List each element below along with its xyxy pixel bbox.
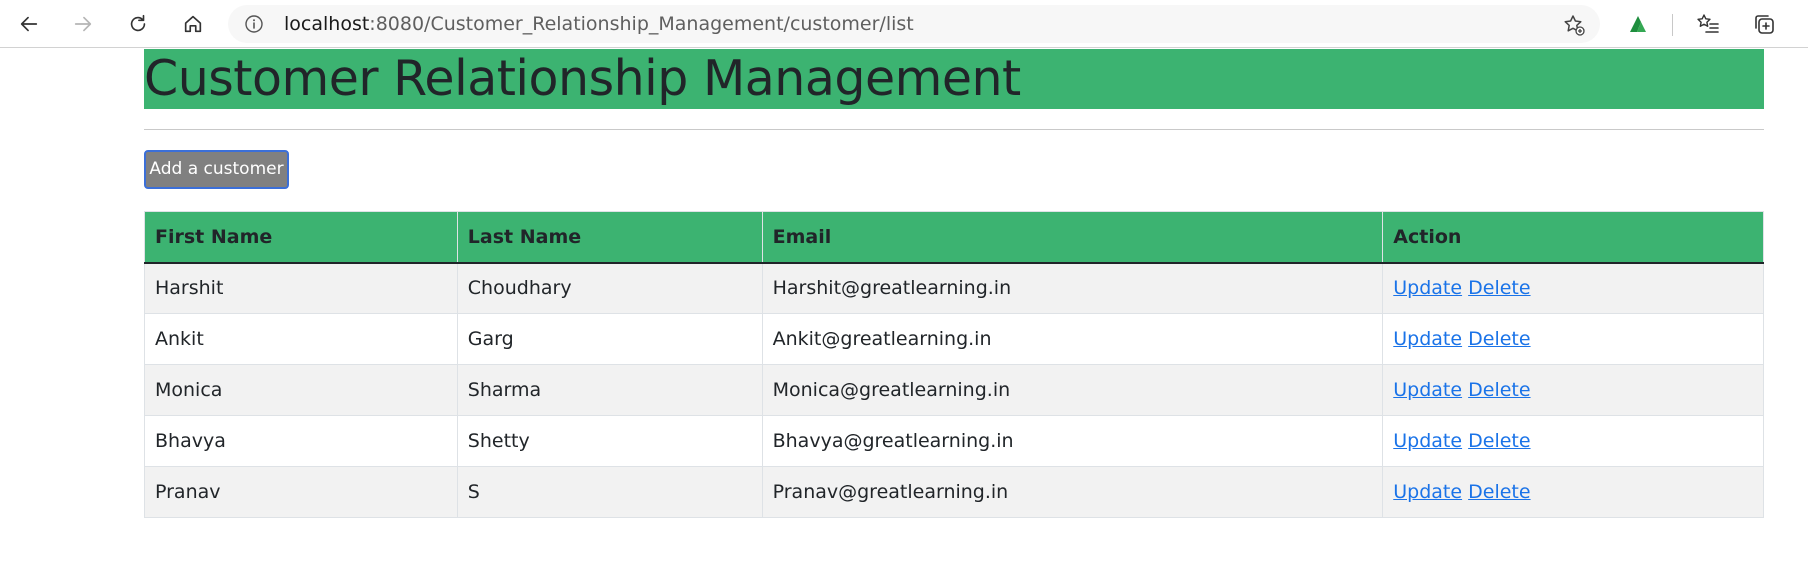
- update-link[interactable]: Update: [1393, 328, 1462, 350]
- column-header-first-name: First Name: [144, 211, 458, 264]
- action-cell: Update Delete: [1382, 466, 1764, 518]
- last-name-cell: Garg: [456, 313, 763, 365]
- address-bar[interactable]: localhost:8080/Customer_Relationship_Man…: [228, 5, 1600, 43]
- customer-table: First Name Last Name Email Action Harshi…: [144, 211, 1764, 518]
- first-name-cell: Harshit: [144, 262, 458, 314]
- favorite-add-icon[interactable]: [1562, 13, 1586, 37]
- table-row: Monica Sharma Monica@greatlearning.in Up…: [144, 364, 1764, 416]
- column-header-email: Email: [761, 211, 1384, 264]
- collections-icon: [1755, 15, 1774, 34]
- home-button[interactable]: [173, 4, 213, 44]
- last-name-cell: Shetty: [456, 415, 763, 467]
- page-title: Customer Relationship Management: [144, 50, 1021, 107]
- email-cell: Pranav@greatlearning.in: [761, 466, 1384, 518]
- home-icon: [184, 15, 202, 33]
- back-button[interactable]: [9, 4, 49, 44]
- column-header-last-name: Last Name: [456, 211, 763, 264]
- toolbar-separator: [1672, 14, 1673, 36]
- last-name-cell: S: [456, 466, 763, 518]
- browser-toolbar: localhost:8080/Customer_Relationship_Man…: [0, 0, 1808, 48]
- table-row: Bhavya Shetty Bhavya@greatlearning.in Up…: [144, 415, 1764, 467]
- collections-button[interactable]: [1744, 4, 1784, 44]
- url-path: :8080/Customer_Relationship_Management/c…: [369, 13, 914, 35]
- first-name-cell: Pranav: [144, 466, 458, 518]
- favorites-icon: [1697, 14, 1719, 33]
- table-row: Harshit Choudhary Harshit@greatlearning.…: [144, 262, 1764, 314]
- action-cell: Update Delete: [1382, 415, 1764, 467]
- extension-button[interactable]: [1618, 4, 1658, 44]
- table-header-row: First Name Last Name Email Action: [144, 211, 1764, 264]
- favorites-button[interactable]: [1688, 4, 1728, 44]
- extension-icon: [1630, 16, 1646, 32]
- url-text[interactable]: localhost:8080/Customer_Relationship_Man…: [284, 5, 914, 43]
- back-icon: [20, 16, 38, 32]
- update-link[interactable]: Update: [1393, 379, 1462, 401]
- column-header-action: Action: [1382, 211, 1764, 264]
- email-cell: Bhavya@greatlearning.in: [761, 415, 1384, 467]
- last-name-cell: Sharma: [456, 364, 763, 416]
- update-link[interactable]: Update: [1393, 430, 1462, 452]
- delete-link[interactable]: Delete: [1468, 277, 1530, 299]
- forward-icon: [74, 16, 92, 32]
- info-icon[interactable]: [244, 14, 264, 34]
- email-cell: Harshit@greatlearning.in: [761, 262, 1384, 314]
- refresh-button[interactable]: [118, 4, 158, 44]
- first-name-cell: Monica: [144, 364, 458, 416]
- update-link[interactable]: Update: [1393, 481, 1462, 503]
- table-row: Ankit Garg Ankit@greatlearning.in Update…: [144, 313, 1764, 365]
- url-host: localhost: [284, 13, 370, 35]
- add-customer-button[interactable]: Add a customer: [144, 150, 289, 189]
- refresh-icon: [130, 14, 146, 32]
- action-cell: Update Delete: [1382, 313, 1764, 365]
- action-cell: Update Delete: [1382, 364, 1764, 416]
- delete-link[interactable]: Delete: [1468, 430, 1530, 452]
- page-header: Customer Relationship Management: [144, 49, 1764, 109]
- email-cell: Ankit@greatlearning.in: [761, 313, 1384, 365]
- delete-link[interactable]: Delete: [1468, 481, 1530, 503]
- delete-link[interactable]: Delete: [1468, 328, 1530, 350]
- email-cell: Monica@greatlearning.in: [761, 364, 1384, 416]
- first-name-cell: Bhavya: [144, 415, 458, 467]
- forward-button[interactable]: [63, 4, 103, 44]
- page-container: Customer Relationship Management Add a c…: [144, 49, 1764, 518]
- last-name-cell: Choudhary: [456, 262, 763, 314]
- delete-link[interactable]: Delete: [1468, 379, 1530, 401]
- header-divider: [144, 129, 1764, 130]
- first-name-cell: Ankit: [144, 313, 458, 365]
- action-cell: Update Delete: [1382, 262, 1764, 314]
- table-row: Pranav S Pranav@greatlearning.in Update …: [144, 466, 1764, 518]
- update-link[interactable]: Update: [1393, 277, 1462, 299]
